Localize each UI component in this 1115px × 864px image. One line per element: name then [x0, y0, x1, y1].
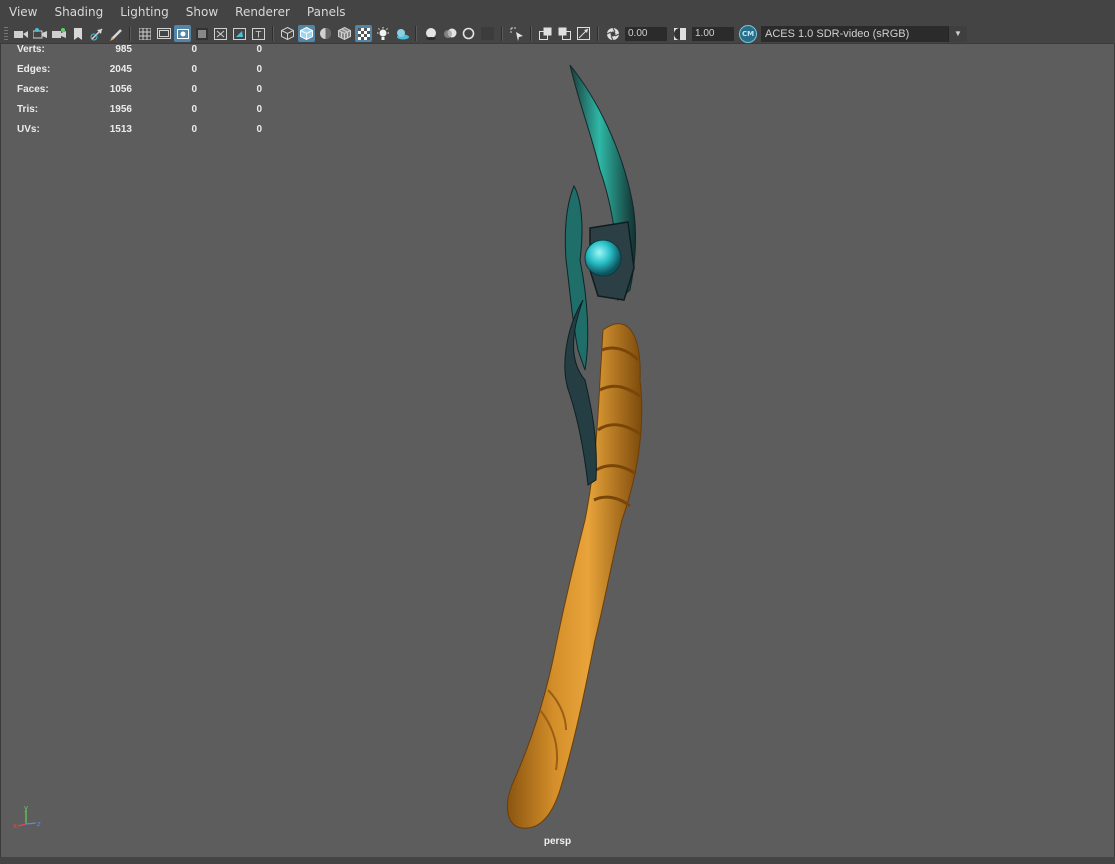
anti-aliasing-icon[interactable] — [460, 25, 477, 42]
menu-panels[interactable]: Panels — [298, 0, 354, 24]
toolbar-separator — [272, 26, 274, 41]
image-plane-icon[interactable] — [69, 25, 86, 42]
toolbar-separator — [530, 26, 532, 41]
film-gate-icon[interactable] — [155, 25, 172, 42]
isolate-select-icon[interactable] — [508, 25, 525, 42]
grease-pencil-icon[interactable] — [107, 25, 124, 42]
grid-icon[interactable] — [136, 25, 153, 42]
viewport-canvas[interactable] — [0, 44, 1115, 856]
menu-show[interactable]: Show — [177, 0, 226, 24]
camera-name-label: persp — [543, 836, 572, 847]
chevron-down-icon[interactable]: ▼ — [948, 25, 967, 42]
toolbar-separator — [129, 26, 131, 41]
shadows-icon[interactable] — [393, 25, 410, 42]
default-material-icon[interactable] — [317, 25, 334, 42]
toolbar-separator — [597, 26, 599, 41]
field-chart-icon[interactable] — [212, 25, 229, 42]
camera-attributes-icon[interactable] — [31, 25, 48, 42]
select-camera-icon[interactable] — [12, 25, 29, 42]
screen-space-ao-icon[interactable] — [422, 25, 439, 42]
smooth-shade-icon[interactable] — [298, 25, 315, 42]
menu-lighting[interactable]: Lighting — [111, 0, 177, 24]
axis-label-x: x — [13, 822, 17, 830]
view-transform-dropdown[interactable]: ACES 1.0 SDR-video (sRGB) ▼ — [761, 25, 967, 42]
bottom-border — [0, 857, 1115, 864]
menu-shading[interactable]: Shading — [45, 0, 111, 24]
exposure-field[interactable]: 0.00 — [625, 26, 667, 41]
gamma-icon[interactable] — [671, 25, 688, 42]
bookmarks-icon[interactable] — [50, 25, 67, 42]
toolbar-separator — [501, 26, 503, 41]
svg-text:T: T — [255, 30, 262, 40]
xray-active-components-icon[interactable] — [556, 25, 573, 42]
axis-label-y: y — [24, 804, 28, 812]
use-all-lights-icon[interactable] — [374, 25, 391, 42]
wireframe-on-shaded-icon[interactable] — [336, 25, 353, 42]
panel-toolbar: T 0.00 1.00 CM ACES 1.0 SDR-video (sRGB)… — [0, 24, 1115, 44]
panel-menubar: View Shading Lighting Show Renderer Pane… — [0, 0, 1115, 24]
resolution-gate-icon[interactable] — [174, 25, 191, 42]
safe-title-icon[interactable]: T — [250, 25, 267, 42]
depth-of-field-icon[interactable] — [479, 25, 496, 42]
staff-model[interactable] — [506, 64, 643, 829]
menu-renderer[interactable]: Renderer — [226, 0, 298, 24]
toolbar-grip[interactable] — [4, 26, 8, 41]
view-transform-label: ACES 1.0 SDR-video (sRGB) — [765, 27, 910, 40]
gamma-field[interactable]: 1.00 — [692, 26, 734, 41]
wireframe-icon[interactable] — [279, 25, 296, 42]
color-management-toggle[interactable]: CM — [739, 24, 757, 43]
xray-joints-icon[interactable] — [575, 25, 592, 42]
axis-label-z: z — [37, 820, 41, 828]
toolbar-separator — [415, 26, 417, 41]
2d-pan-zoom-icon[interactable] — [88, 25, 105, 42]
view-axis-gizmo: y x z — [13, 804, 41, 830]
textured-icon[interactable] — [355, 25, 372, 42]
motion-blur-icon[interactable] — [441, 25, 458, 42]
safe-action-icon[interactable] — [231, 25, 248, 42]
staff-orb — [584, 239, 622, 277]
menu-view[interactable]: View — [0, 0, 45, 24]
gate-mask-icon[interactable] — [193, 25, 210, 42]
exposure-icon[interactable] — [604, 25, 621, 42]
xray-icon[interactable] — [537, 25, 554, 42]
